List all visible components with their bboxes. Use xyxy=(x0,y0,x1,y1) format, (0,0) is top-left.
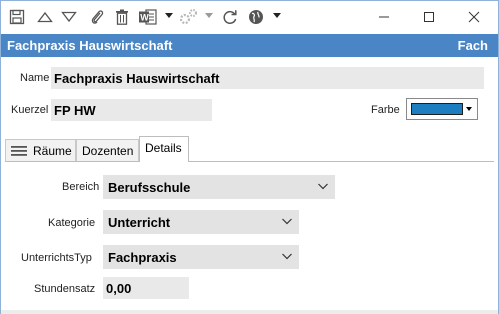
minimize-button[interactable] xyxy=(364,5,404,29)
workflow-icon xyxy=(179,7,199,27)
save-icon[interactable] xyxy=(7,7,27,27)
globe-dropdown-icon[interactable] xyxy=(273,13,281,19)
record-header: Fachpraxis Hauswirtschaft Fach xyxy=(1,34,498,57)
word-export-icon[interactable]: W xyxy=(138,7,158,27)
record-title: Fachpraxis Hauswirtschaft xyxy=(7,38,173,53)
tab-raeume-label: Räume xyxy=(33,144,72,158)
refresh-icon[interactable] xyxy=(220,7,240,27)
tab-details-label: Details xyxy=(145,141,182,155)
chevron-down-icon xyxy=(282,253,292,260)
workflow-dropdown-icon xyxy=(205,13,213,18)
bereich-value: Berufsschule xyxy=(108,180,191,195)
name-field[interactable]: Fachpraxis Hauswirtschaft xyxy=(51,67,484,89)
stundensatz-label: Stundensatz xyxy=(34,283,96,295)
list-icon xyxy=(11,146,27,156)
chevron-down-icon xyxy=(466,107,472,111)
bereich-select[interactable]: Berufsschule xyxy=(103,175,335,199)
unterrichtstyp-select[interactable]: Fachpraxis xyxy=(103,245,299,269)
kategorie-label: Kategorie xyxy=(48,217,96,229)
svg-text:W: W xyxy=(140,13,149,23)
stundensatz-field[interactable]: 0,00 xyxy=(103,277,189,299)
chevron-down-icon xyxy=(282,218,292,225)
close-button[interactable] xyxy=(454,5,494,29)
status-strip xyxy=(1,310,498,314)
kategorie-value: Unterricht xyxy=(108,215,171,230)
unterrichtstyp-value: Fachpraxis xyxy=(108,250,177,265)
window: W Fachpraxis Hauswirtschaft Fach Name Fa… xyxy=(0,0,499,314)
close-icon xyxy=(468,11,480,23)
bereich-label: Bereich xyxy=(62,181,100,193)
attachment-icon[interactable] xyxy=(87,7,107,27)
maximize-icon xyxy=(424,12,434,22)
delete-icon[interactable] xyxy=(112,7,132,27)
tab-dozenten[interactable]: Dozenten xyxy=(76,139,139,161)
move-up-icon[interactable] xyxy=(35,7,55,27)
kuerzel-field[interactable]: FP HW xyxy=(51,99,212,121)
tab-details[interactable]: Details xyxy=(139,136,189,162)
tab-dozenten-label: Dozenten xyxy=(82,144,134,158)
kuerzel-label: Kuerzel xyxy=(11,104,49,116)
color-picker[interactable] xyxy=(406,98,478,120)
farbe-label: Farbe xyxy=(371,104,400,116)
unterrichtstyp-label: UnterrichtsTyp xyxy=(21,252,92,264)
chevron-down-icon xyxy=(318,183,328,190)
word-export-dropdown-icon[interactable] xyxy=(165,13,173,19)
move-down-icon[interactable] xyxy=(59,7,79,27)
maximize-button[interactable] xyxy=(409,5,449,29)
tab-raeume[interactable]: Räume xyxy=(5,139,76,161)
name-label: Name xyxy=(20,72,50,84)
minimize-icon xyxy=(379,16,389,18)
kategorie-select[interactable]: Unterricht xyxy=(103,210,299,234)
record-type: Fach xyxy=(457,38,488,53)
color-swatch xyxy=(411,103,463,115)
globe-icon[interactable] xyxy=(246,7,266,27)
toolbar: W xyxy=(1,1,498,33)
